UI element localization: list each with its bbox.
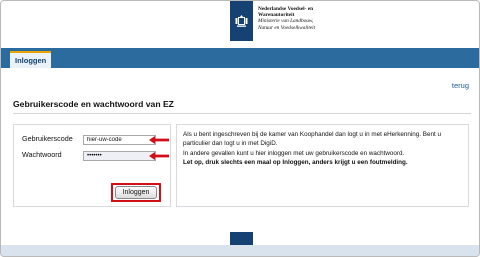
info-warning: Let op, druk slechts een maal op Inlogge…: [183, 158, 408, 166]
divider: [13, 113, 471, 114]
info-panel: Als u bent ingeschreven bij de kamer van…: [176, 124, 469, 207]
info-text-ehkenning: Als u bent ingeschreven bij de kamer van…: [183, 131, 441, 148]
arrow-left-icon: [149, 152, 169, 160]
logo: Nederlandse Voedsel- en Warenautoriteit …: [230, 1, 348, 41]
navigation-bar: [1, 48, 479, 68]
login-button[interactable]: Inloggen: [115, 186, 157, 199]
footer-block: [230, 232, 253, 245]
tab-inloggen[interactable]: Inloggen: [10, 51, 52, 68]
username-input[interactable]: [83, 135, 156, 145]
page-frame: Nederlandse Voedsel- en Warenautoriteit …: [0, 0, 480, 257]
back-link[interactable]: terug: [452, 81, 469, 90]
password-input[interactable]: [83, 151, 156, 161]
logo-text: Nederlandse Voedsel- en Warenautoriteit …: [253, 1, 315, 31]
logo-line-4: Natuur en Voedselkwaliteit: [258, 24, 316, 31]
page-title: Gebruikerscode en wachtwoord van EZ: [13, 99, 174, 109]
coat-of-arms-icon: [230, 1, 253, 41]
arrow-left-icon: [149, 136, 169, 144]
password-label: Wachtwoord: [22, 150, 62, 159]
footer-band: [1, 245, 479, 256]
logo-line-3: Ministerie van Landbouw,: [258, 18, 314, 25]
info-text-other: In andere gevallen kunt u hier inloggen …: [183, 149, 405, 157]
username-label: Gebruikerscode: [22, 134, 73, 143]
